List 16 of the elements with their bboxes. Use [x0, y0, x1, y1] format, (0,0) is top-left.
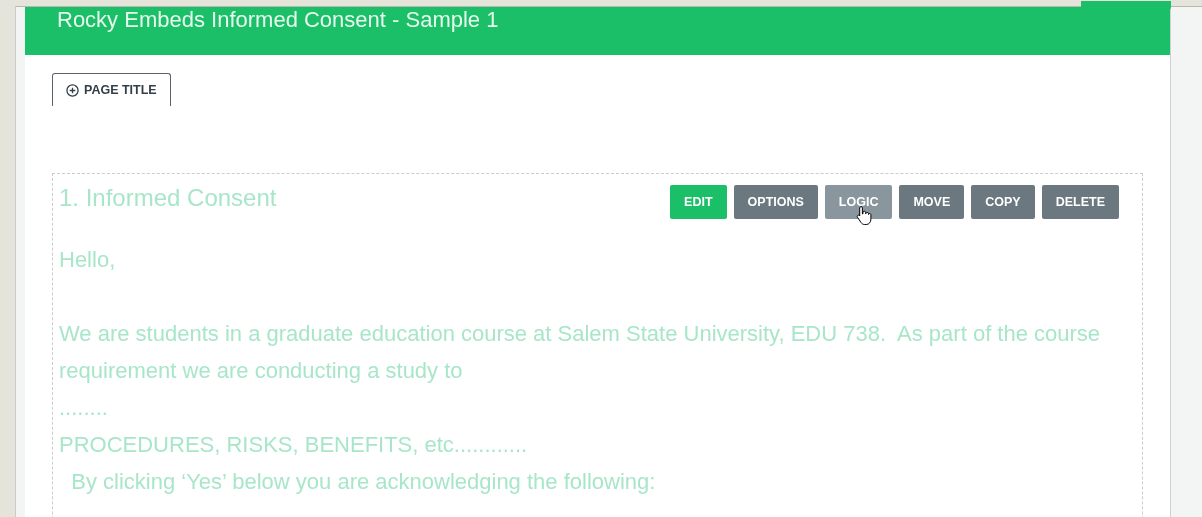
- action-button[interactable]: EDIT: [670, 185, 727, 219]
- page-title-button[interactable]: PAGE TITLE: [52, 73, 171, 106]
- add-icon: [66, 83, 79, 97]
- body-text: By clicking ‘Yes’ below you are acknowledging the following:: [70, 468, 657, 496]
- action-button[interactable]: DELETE: [1041, 185, 1119, 219]
- action-button[interactable]: COPY: [971, 185, 1035, 219]
- body-text: We are students in a graduate education course at Salem State University, EDU 738. As part of the course requirement we are conducting a study to: [59, 320, 1102, 385]
- question-title: 1. Informed Consent: [59, 184, 277, 212]
- hand-cursor-icon: [855, 205, 872, 225]
- action-button[interactable]: OPTIONS: [733, 185, 818, 219]
- body-text: ........: [59, 394, 109, 422]
- survey-title: Rocky Embeds Informed Consent - Sample 1: [57, 7, 499, 33]
- button[interactable]: [1081, 1, 1171, 10]
- body-text: Hello,: [59, 246, 117, 274]
- body-text: PROCEDURES, RISKS, BENEFITS, etc............: [59, 431, 529, 459]
- action-button[interactable]: MOVE: [899, 185, 965, 219]
